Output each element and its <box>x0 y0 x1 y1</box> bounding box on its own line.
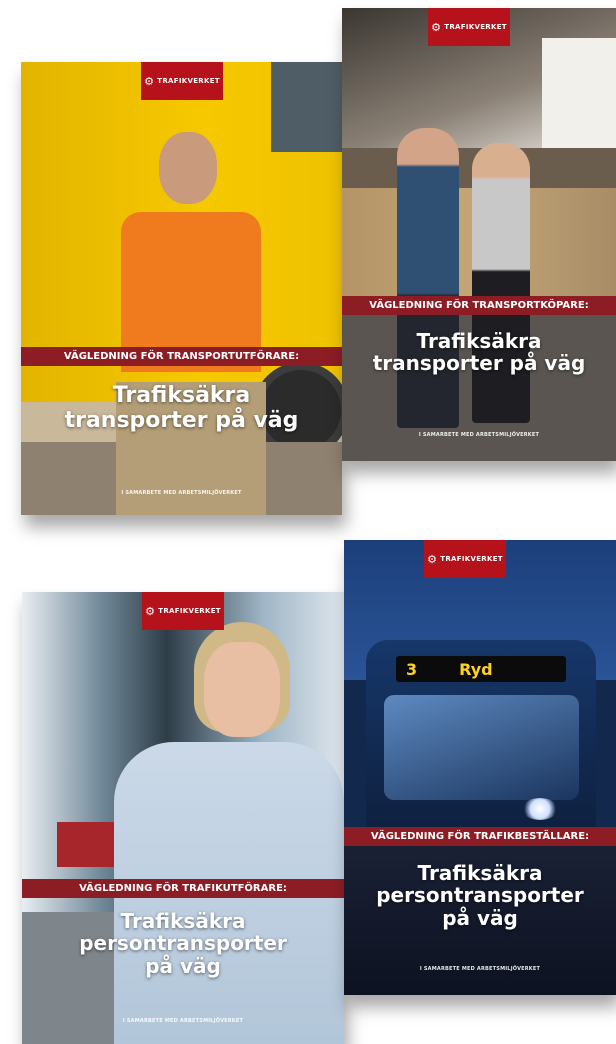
trafikverket-logo: ⚙ TRAFIKVERKET <box>141 62 223 100</box>
guide-label: VÄGLEDNING FÖR TRANSPORTKÖPARE: <box>369 300 589 311</box>
guide-label: VÄGLEDNING FÖR TRAFIKUTFÖRARE: <box>79 883 287 894</box>
coop-line: I SAMARBETE MED ARBETSMILJÖVERKET <box>122 1018 244 1024</box>
guide-band: VÄGLEDNING FÖR TRANSPORTKÖPARE: <box>342 296 616 315</box>
trafikverket-emblem-icon: ⚙ <box>431 20 442 34</box>
trafikverket-emblem-icon: ⚙ <box>427 552 438 566</box>
warehouse-window <box>542 38 616 148</box>
cover-title: Trafiksäkra persontransporter på väg <box>79 909 287 978</box>
cover-trafikbestallare[interactable]: 3 Ryd ⚙ TRAFIKVERKET VÄGLEDNING FÖR TRAF… <box>344 540 616 995</box>
trafikverket-logo: ⚙ TRAFIKVERKET <box>428 8 510 46</box>
cover-trafikutforare[interactable]: ⚙ TRAFIKVERKET VÄGLEDNING FÖR TRAFIKUTFÖ… <box>22 592 344 1044</box>
bus-headlight <box>522 798 558 820</box>
cover-transportkopare[interactable]: ⚙ TRAFIKVERKET VÄGLEDNING FÖR TRANSPORTK… <box>342 8 616 461</box>
bus-route-number: 3 <box>406 659 418 679</box>
trafikverket-logo: ⚙ TRAFIKVERKET <box>142 592 224 630</box>
cover-title: Trafiksäkra transporter på väg <box>64 383 299 433</box>
trafikverket-emblem-icon: ⚙ <box>144 74 155 88</box>
coop-line: I SAMARBETE MED ARBETSMILJÖVERKET <box>121 490 242 496</box>
bus-destination-sign: 3 Ryd <box>396 656 566 682</box>
cover-title: Trafiksäkra persontransporter på väg <box>376 861 584 930</box>
guide-band: VÄGLEDNING FÖR TRANSPORTUTFÖRARE: <box>21 347 342 366</box>
trafikverket-emblem-icon: ⚙ <box>145 604 156 618</box>
trafikverket-logo: ⚙ TRAFIKVERKET <box>424 540 506 578</box>
guide-band: VÄGLEDNING FÖR TRAFIKUTFÖRARE: <box>22 879 344 898</box>
worker-head <box>159 132 217 204</box>
woman-figure <box>472 143 530 423</box>
man-figure <box>397 128 459 428</box>
guide-label: VÄGLEDNING FÖR TRANSPORTUTFÖRARE: <box>63 351 300 362</box>
guide-band: VÄGLEDNING FÖR TRAFIKBESTÄLLARE: <box>344 827 616 846</box>
bus-destination: Ryd <box>459 659 493 679</box>
cover-title: Trafiksäkra transporter på väg <box>372 329 586 376</box>
guide-label: VÄGLEDNING FÖR TRAFIKBESTÄLLARE: <box>370 831 590 842</box>
coop-line: I SAMARBETE MED ARBETSMILJÖVERKET <box>418 432 540 438</box>
bus-windshield <box>384 695 579 800</box>
woman-face <box>204 642 280 737</box>
truck-window <box>271 62 342 152</box>
coop-line: I SAMARBETE MED ARBETSMILJÖVERKET <box>419 966 541 972</box>
cover-transportutforare[interactable]: ⚙ TRAFIKVERKET VÄGLEDNING FÖR TRANSPORTU… <box>21 62 342 515</box>
